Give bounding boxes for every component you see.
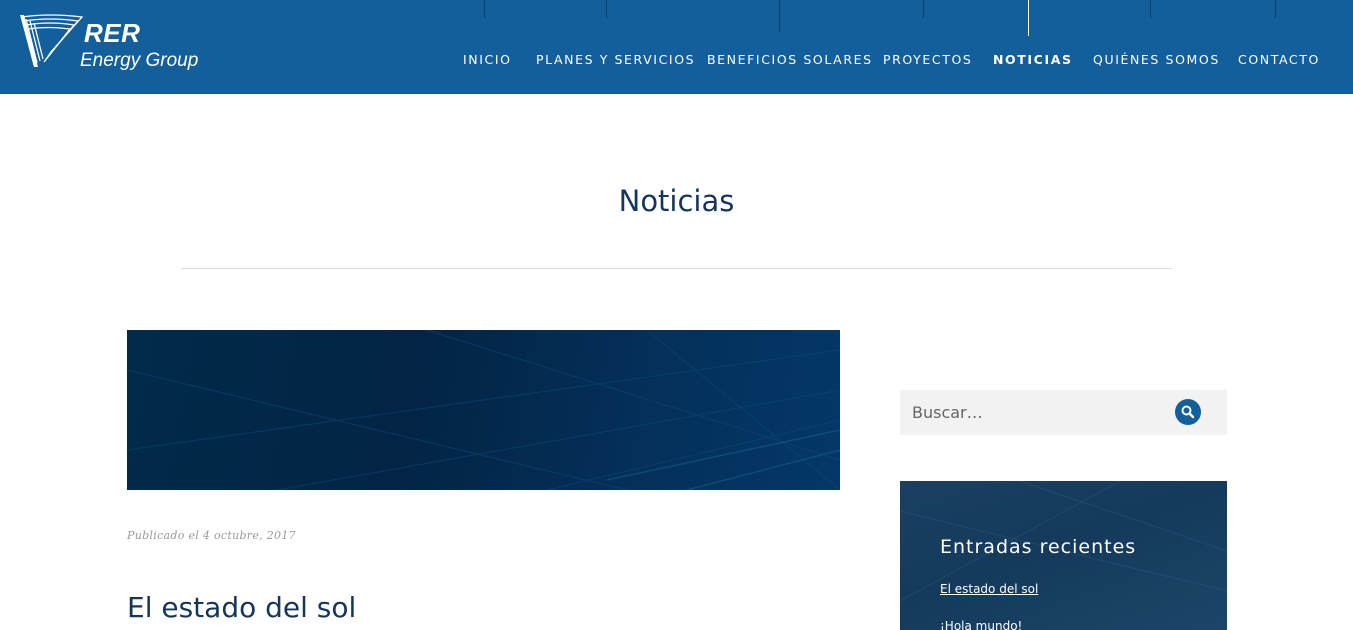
post-featured-image[interactable] <box>127 330 840 490</box>
logo-subtitle: Energy Group <box>80 50 199 71</box>
search-input[interactable] <box>900 390 1170 435</box>
nav-divider <box>606 0 607 18</box>
nav-divider <box>1028 0 1029 36</box>
search-button[interactable] <box>1175 399 1201 425</box>
post-date: Publicado el 4 octubre, 2017 <box>127 529 296 542</box>
recent-post-link[interactable]: El estado del sol <box>940 582 1038 596</box>
nav-divider <box>923 0 924 18</box>
banner-pattern <box>127 330 840 490</box>
logo-name: RER <box>84 18 141 48</box>
site-logo[interactable]: RER Energy Group <box>20 13 200 75</box>
recent-posts-widget: Entradas recientes El estado del sol ¡Ho… <box>900 481 1227 630</box>
nav-item-proyectos[interactable]: PROYECTOS <box>883 52 972 68</box>
nav-item-beneficios-solares[interactable]: BENEFICIOS SOLARES <box>707 52 873 68</box>
nav-divider <box>1150 0 1151 18</box>
post-title[interactable]: El estado del sol <box>127 590 356 626</box>
title-divider <box>181 268 1172 269</box>
recent-post-link[interactable]: ¡Hola mundo! <box>940 619 1022 630</box>
nav-item-contacto[interactable]: CONTACTO <box>1238 52 1320 68</box>
nav-divider <box>484 0 485 18</box>
nav-divider <box>779 0 780 32</box>
recent-posts-title: Entradas recientes <box>940 536 1137 558</box>
nav-item-inicio[interactable]: INICIO <box>463 52 512 68</box>
search-widget <box>900 390 1227 435</box>
nav-item-planes-y-servicios[interactable]: PLANES Y SERVICIOS <box>536 52 695 68</box>
search-icon <box>1181 405 1195 419</box>
logo-mark-icon <box>20 14 84 67</box>
nav-item-noticias[interactable]: NOTICIAS <box>993 52 1073 68</box>
nav-item-quienes-somos[interactable]: QUIÉNES SOMOS <box>1093 52 1220 68</box>
page-title: Noticias <box>618 184 735 218</box>
nav-divider <box>1275 0 1276 18</box>
site-header: RER Energy Group INICIO PLANES Y SERVICI… <box>0 0 1353 94</box>
